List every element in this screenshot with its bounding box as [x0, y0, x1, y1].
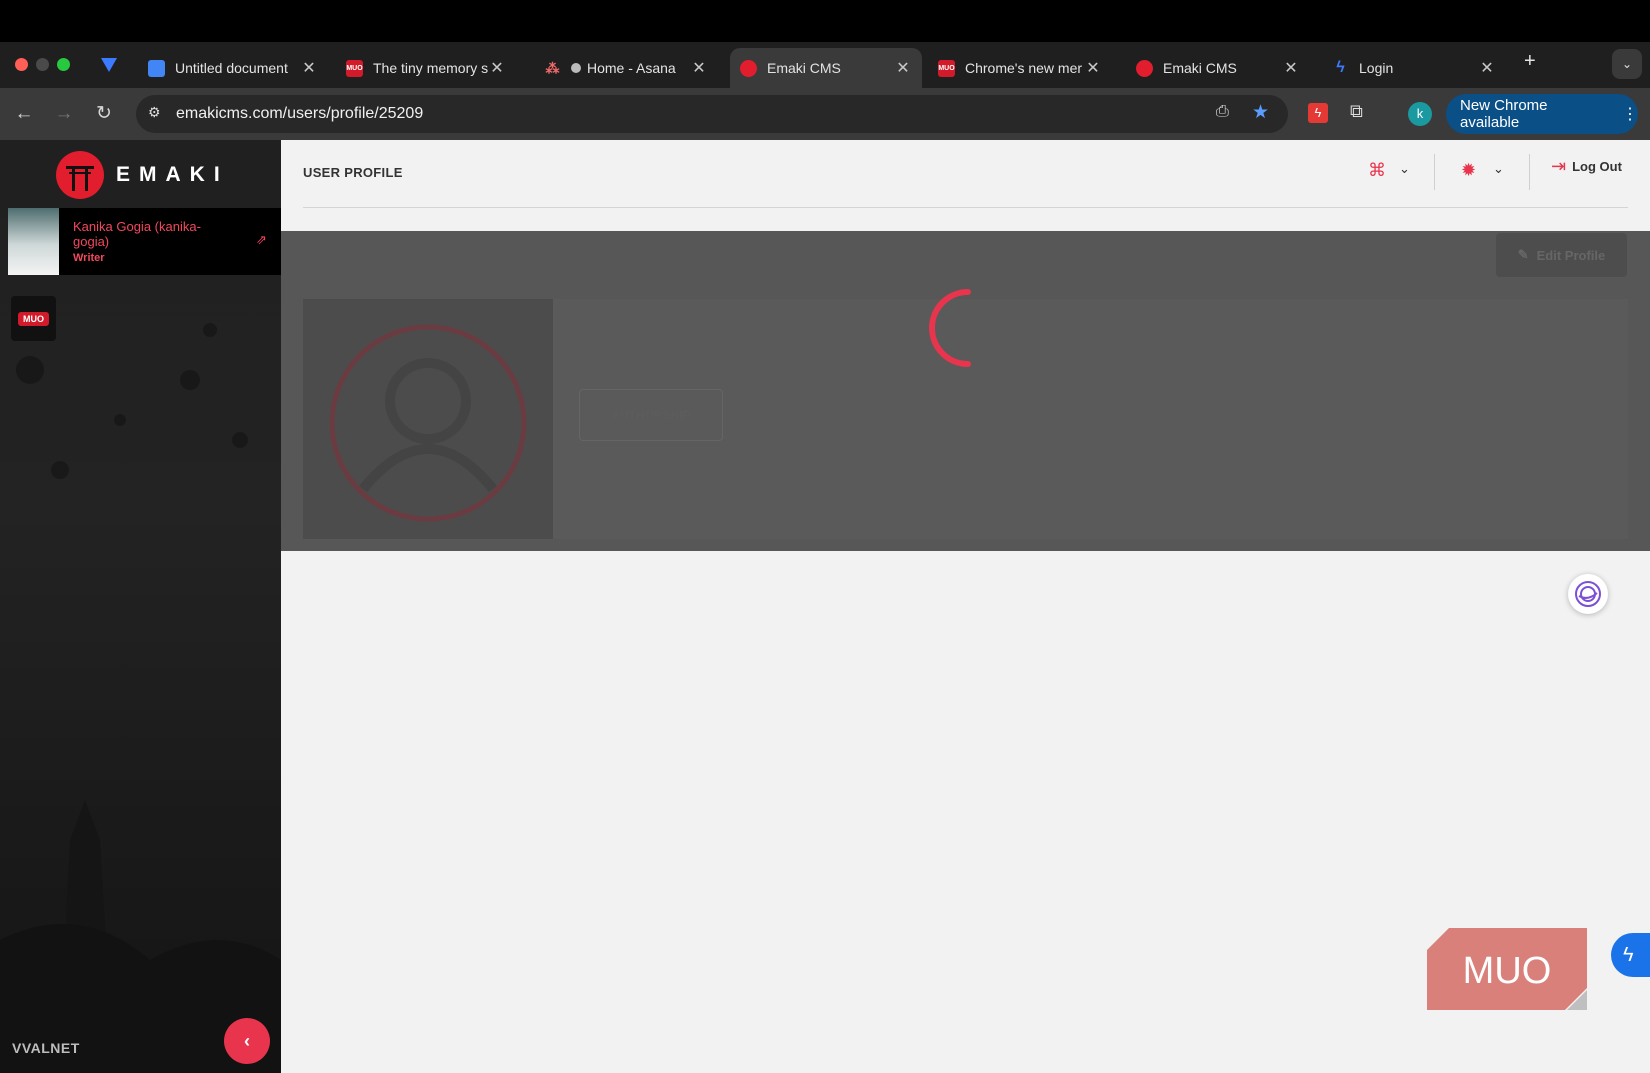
extension-bolt-icon[interactable]: ϟ [1308, 103, 1328, 123]
emaki-brand[interactable]: EMAKI [56, 150, 229, 200]
muo-watermark-logo: MUO [1427, 928, 1587, 1010]
tab-strip: Untitled document ✕ MUO The tiny memory … [0, 42, 1650, 114]
pencil-icon: ✎ [1517, 247, 1529, 262]
edit-profile-button[interactable]: ✎ Edit Profile [1496, 233, 1627, 277]
install-app-icon[interactable]: ⎙ [1216, 103, 1229, 121]
user-name[interactable]: Kanika Gogia (kanika-gogia) [73, 219, 223, 249]
new-tab-plus-icon[interactable]: + [1524, 50, 1536, 73]
asana-icon: ⁂ [545, 59, 560, 76]
bolt-icon: ϟ [1336, 59, 1345, 76]
quick-action-bolt-button[interactable]: ϟ [1611, 933, 1650, 977]
shield-extension-icon[interactable] [99, 54, 119, 79]
close-tab-icon[interactable]: ✕ [488, 58, 506, 78]
bookmark-star-icon[interactable]: ★ [1252, 101, 1269, 124]
authorship-badge[interactable]: AUTHORSHIP [579, 389, 723, 441]
valnet-footer-logo: VVALNET [12, 1040, 80, 1056]
network-nodes-icon[interactable]: ⌘ [1368, 160, 1386, 181]
close-tab-icon[interactable]: ✕ [894, 58, 912, 78]
tab-asana[interactable]: ⁂ Home - Asana ✕ [534, 48, 718, 88]
page-title: USER PROFILE [303, 165, 403, 180]
assistant-widget-button[interactable] [1568, 574, 1608, 614]
close-tab-icon[interactable]: ✕ [1084, 58, 1102, 78]
user-role: Writer [73, 252, 105, 264]
logout-icon: ⇥ [1551, 156, 1567, 176]
avatar-placeholder [303, 299, 553, 539]
address-bar[interactable]: ⚙ emakicms.com/users/profile/25209 ⎙ ★ [136, 95, 1288, 133]
external-link-icon[interactable]: ⇗ [256, 232, 267, 248]
profile-avatar[interactable]: k [1408, 102, 1432, 126]
tab-login[interactable]: ϟ Login ✕ [1322, 48, 1506, 88]
loading-spinner-icon [929, 289, 971, 367]
tab-tiny-memory[interactable]: MUO The tiny memory s ✕ [336, 48, 516, 88]
unread-dot-icon [571, 63, 581, 73]
logout-button[interactable]: ⇥ Log Out [1551, 156, 1622, 177]
close-window-button[interactable] [15, 58, 28, 71]
extensions-puzzle-icon[interactable]: ⧉ [1350, 101, 1363, 122]
header-divider [303, 207, 1628, 208]
network-chevron-down-icon[interactable]: ⌄ [1399, 161, 1410, 177]
sidebar-background-art [0, 323, 281, 1073]
docs-icon [148, 59, 165, 77]
brand-wordmark: EMAKI [116, 163, 229, 186]
forward-arrow-icon[interactable]: → [52, 102, 76, 126]
collapse-sidebar-button[interactable]: ‹ [224, 1018, 270, 1064]
muo-site-icon: MUO [18, 311, 49, 326]
close-tab-icon[interactable]: ✕ [300, 58, 318, 78]
tab-chrome-new[interactable]: MUO Chrome's new mer ✕ [928, 48, 1112, 88]
user-photo [8, 208, 59, 275]
url-text[interactable]: emakicms.com/users/profile/25209 [176, 105, 423, 123]
emaki-icon [1136, 59, 1153, 77]
svg-text:MUO: MUO [1463, 950, 1552, 992]
site-switcher-muo[interactable]: MUO [11, 296, 56, 341]
sidebar: EMAKI Kanika Gogia (kanika-gogia) Writer… [0, 140, 281, 1073]
site-settings-icon[interactable]: ⚙ [148, 104, 161, 121]
reload-icon[interactable]: ↻ [92, 102, 116, 126]
emaki-icon [740, 59, 757, 77]
tab-emaki-cms[interactable]: Emaki CMS ✕ [1126, 48, 1310, 88]
settings-gear-icon[interactable]: ✹ [1461, 160, 1476, 181]
menu-kebab-icon[interactable]: ⋮ [1622, 104, 1638, 124]
emaki-torii-logo-icon [56, 151, 104, 199]
valnet-v-icon: V [12, 1040, 22, 1056]
bolt-icon: ϟ [1623, 943, 1634, 966]
loading-overlay: ✎ Edit Profile AUTHORSHIP [281, 231, 1650, 551]
user-avatar-icon [329, 324, 527, 522]
back-arrow-icon[interactable]: ← [12, 102, 36, 126]
minimize-window-button[interactable] [36, 58, 49, 71]
tab-untitled-document[interactable]: Untitled document ✕ [138, 48, 328, 88]
close-tab-icon[interactable]: ✕ [1478, 58, 1496, 78]
screen-top-bar [0, 0, 1650, 42]
muo-icon: MUO [938, 59, 955, 77]
fingerprint-icon [1575, 581, 1601, 607]
close-tab-icon[interactable]: ✕ [1282, 58, 1300, 78]
tab-search-chevron-icon[interactable]: ⌄ [1612, 49, 1642, 79]
browser-toolbar: ← → ↻ ⚙ emakicms.com/users/profile/25209… [0, 88, 1650, 140]
tab-emaki-cms-active[interactable]: Emaki CMS ✕ [730, 48, 922, 88]
settings-chevron-down-icon[interactable]: ⌄ [1493, 161, 1504, 177]
close-tab-icon[interactable]: ✕ [690, 58, 708, 78]
current-user-card[interactable]: Kanika Gogia (kanika-gogia) Writer ⇗ [8, 208, 281, 275]
muo-icon: MUO [346, 59, 363, 77]
new-chrome-available-button[interactable]: New Chrome available ⋮ [1446, 94, 1638, 134]
maximize-window-button[interactable] [57, 58, 70, 71]
